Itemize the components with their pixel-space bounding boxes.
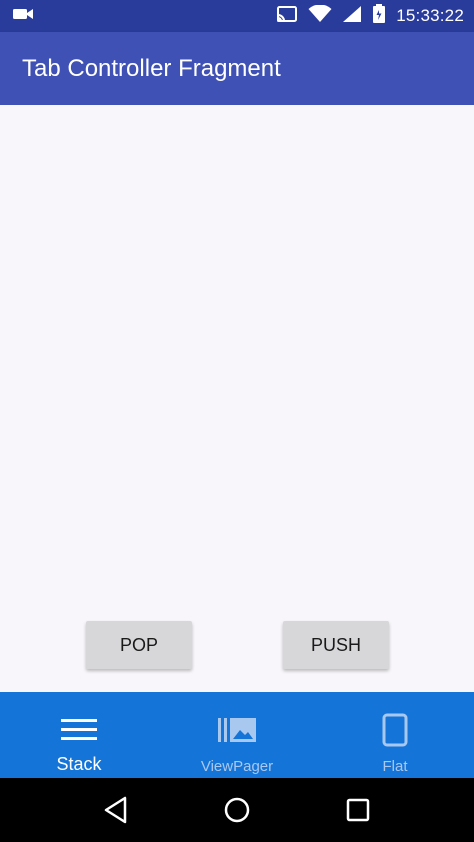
status-time: 15:33:22: [396, 6, 464, 25]
bottom-navigation: Stack ViewPager Flat: [0, 692, 474, 778]
system-navigation-bar: [0, 778, 474, 842]
content-area: POP PUSH: [0, 105, 474, 692]
nav-label-stack: Stack: [56, 754, 102, 774]
push-button[interactable]: PUSH: [283, 621, 389, 669]
cast-icon: [276, 5, 298, 28]
wifi-icon: [308, 4, 332, 28]
signal-icon: [342, 5, 362, 28]
recents-icon[interactable]: [334, 786, 382, 834]
video-camera-icon: [12, 6, 34, 27]
app-title: Tab Controller Fragment: [22, 54, 281, 82]
status-bar: 15:33:22: [0, 0, 474, 32]
battery-icon: [372, 3, 386, 29]
screen: 15:33:22 Tab Controller Fragment POP PUS…: [0, 0, 474, 842]
menu-lines-icon: [60, 712, 98, 748]
nav-label-flat: Flat: [382, 758, 408, 775]
home-icon[interactable]: [213, 786, 261, 834]
nav-item-flat[interactable]: Flat: [316, 692, 474, 778]
nav-item-viewpager[interactable]: ViewPager: [158, 692, 316, 778]
nav-label-viewpager: ViewPager: [200, 758, 274, 775]
gallery-icon: [217, 712, 257, 748]
app-bar: Tab Controller Fragment: [0, 32, 474, 105]
nav-item-stack[interactable]: Stack: [0, 692, 158, 778]
back-icon[interactable]: [92, 786, 140, 834]
pop-button[interactable]: POP: [86, 621, 192, 669]
phone-outline-icon: [382, 712, 408, 748]
